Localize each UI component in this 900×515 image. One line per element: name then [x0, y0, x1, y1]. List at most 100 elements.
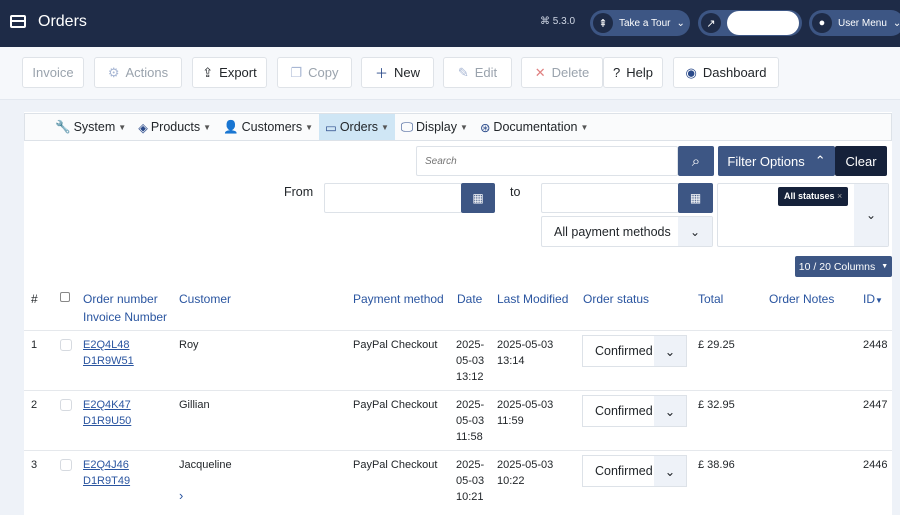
take-a-tour-button[interactable]: ⇞ Take a Tour ⌄ — [590, 10, 690, 36]
col-last-modified[interactable]: Last Modified — [497, 290, 568, 308]
order-status-select[interactable]: Confirmed ⌄ — [582, 395, 687, 427]
caret-icon: ▼ — [381, 122, 389, 132]
order-status-select[interactable]: Confirmed ⌄ — [582, 335, 687, 367]
invoice-button[interactable]: Invoice — [22, 57, 84, 88]
chevron-down-icon: ⌄ — [654, 396, 686, 426]
columns-button[interactable]: 10 / 20 Columns ▼ — [795, 256, 892, 277]
copy-icon: ❐ — [290, 64, 303, 80]
col-order-number[interactable]: Order number Invoice Number — [83, 290, 167, 326]
joomla-icon: ⌘ — [540, 16, 553, 27]
col-total[interactable]: Total — [698, 290, 723, 308]
col-num: # — [31, 292, 38, 306]
component-menu: 🔧 System ▼ ◈ Products ▼ 👤 Customers ▼ ▭ Orders ▼… — [24, 113, 892, 141]
order-total: £ 38.96 — [698, 459, 735, 471]
dashboard-button[interactable]: ◉ Dashboard — [673, 57, 779, 88]
row-checkbox[interactable] — [60, 459, 72, 471]
copy-button[interactable]: ❐ Copy — [277, 57, 352, 88]
col-customer[interactable]: Customer — [179, 290, 231, 308]
order-id: 2447 — [863, 399, 888, 411]
search-button[interactable]: ⌕ — [678, 146, 714, 176]
chevron-down-icon: ⌄ — [854, 184, 888, 246]
version-label: ⌘ 5.3.0 — [540, 16, 576, 27]
search-input[interactable] — [416, 146, 678, 176]
menu-display[interactable]: 🖵 Display ▼ — [395, 114, 474, 140]
calendar-icon: ▦ — [689, 191, 702, 205]
edit-button[interactable]: ✎ Edit — [443, 57, 512, 88]
caret-icon: ▼ — [580, 122, 589, 132]
col-id[interactable]: ID▼ — [863, 290, 883, 310]
help-button[interactable]: ? Help — [603, 57, 663, 88]
chevron-down-icon: ⌄ — [676, 17, 685, 29]
chevron-down-icon: ⌄ — [892, 17, 900, 29]
select-all-checkbox[interactable] — [60, 292, 70, 302]
order-total: £ 32.95 — [698, 399, 735, 411]
external-link-icon: ↗ — [701, 13, 721, 33]
caret-icon: ▼ — [881, 263, 889, 270]
col-payment[interactable]: Payment method — [353, 290, 444, 308]
new-button[interactable]: ＋ New — [361, 57, 434, 88]
menu-documentation[interactable]: ⊛ Documentation ▼ — [474, 114, 594, 140]
actions-button[interactable]: ⚙ Actions — [94, 57, 182, 88]
status-multiselect[interactable]: All statuses × ⌄ — [717, 183, 889, 247]
col-order-notes[interactable]: Order Notes — [769, 290, 834, 308]
menu-products[interactable]: ◈ Products ▼ — [132, 114, 217, 140]
menu-system[interactable]: 🔧 System ▼ — [49, 114, 132, 140]
to-date-input[interactable] — [541, 183, 679, 213]
order-number-link[interactable]: E2Q4K47 — [83, 397, 131, 413]
clear-button[interactable]: Clear — [835, 146, 887, 176]
table-row: 1 E2Q4L48 D1R9W51 Roy PayPal Checkout 202… — [24, 330, 892, 390]
signpost-icon: ⇞ — [593, 13, 613, 33]
status-tag[interactable]: All statuses × — [778, 187, 849, 206]
upload-icon: ⇪ — [202, 64, 214, 80]
credit-card-icon: ▭ — [325, 120, 337, 135]
order-id: 2448 — [863, 339, 888, 351]
payment-method: PayPal Checkout — [353, 459, 438, 471]
chevron-down-icon: ⌄ — [654, 456, 686, 486]
order-id: 2446 — [863, 459, 888, 471]
caret-icon: ▼ — [460, 122, 468, 132]
filter-options-button[interactable]: Filter Options ⌃ — [718, 146, 835, 176]
export-button[interactable]: ⇪ Export — [192, 57, 267, 88]
caret-icon: ▼ — [305, 122, 314, 132]
caret-icon: ▼ — [118, 122, 127, 132]
order-number-link[interactable]: E2Q4J46 — [83, 457, 130, 473]
cubes-icon: ◈ — [138, 120, 148, 135]
user-menu-button[interactable]: ● User Menu ⌄ — [809, 10, 900, 36]
row-checkbox[interactable] — [60, 399, 72, 411]
chevron-right-icon[interactable]: › — [179, 488, 183, 504]
chevron-down-icon: ⌄ — [654, 336, 686, 366]
invoice-number-link[interactable]: D1R9W51 — [83, 353, 134, 369]
row-number: 1 — [31, 339, 38, 351]
order-total: £ 29.25 — [698, 339, 735, 351]
site-link-button[interactable]: ↗ — [698, 10, 802, 36]
row-number: 3 — [31, 459, 38, 471]
customer-name: Jacqueline — [179, 459, 232, 471]
toolbar: Invoice ⚙ Actions ⇪ Export ❐ Copy ＋ New ✎ Edi… — [0, 47, 900, 100]
customer-name: Gillian — [179, 399, 210, 411]
question-icon: ? — [613, 65, 621, 80]
order-status-select[interactable]: Confirmed ⌄ — [582, 455, 687, 487]
monitor-icon: 🖵 — [400, 119, 414, 134]
edit-icon: ✎ — [457, 64, 469, 80]
table-row: 3 E2Q4J46 D1R9T49 Jacqueline PayPal Check… — [24, 450, 892, 510]
plus-icon: ＋ — [374, 66, 388, 81]
gears-icon: ⚙ — [107, 64, 120, 80]
col-order-status[interactable]: Order status — [583, 290, 649, 308]
remove-tag-icon[interactable]: × — [837, 191, 842, 201]
col-date[interactable]: Date — [457, 290, 482, 308]
payment-method-select[interactable]: All payment methods ⌄ — [541, 216, 713, 247]
to-calendar-button[interactable]: ▦ — [678, 183, 713, 213]
invoice-number-link[interactable]: D1R9U50 — [83, 413, 131, 429]
menu-orders[interactable]: ▭ Orders ▼ — [319, 114, 395, 140]
row-checkbox[interactable] — [60, 339, 72, 351]
delete-button[interactable]: ✕ Delete — [521, 57, 603, 88]
search-icon: ⌕ — [691, 152, 701, 170]
order-number-link[interactable]: E2Q4L48 — [83, 337, 134, 353]
menu-customers[interactable]: 👤 Customers ▼ — [217, 114, 319, 140]
to-label: to — [510, 185, 521, 199]
header-bar: Orders ⌘ 5.3.0 ⇞ Take a Tour ⌄ ↗ ● User Men… — [0, 0, 900, 47]
invoice-number-link[interactable]: D1R9T49 — [83, 473, 130, 489]
from-date-input[interactable] — [324, 183, 462, 213]
redacted-site-name — [727, 11, 799, 35]
from-calendar-button[interactable]: ▦ — [461, 183, 495, 213]
